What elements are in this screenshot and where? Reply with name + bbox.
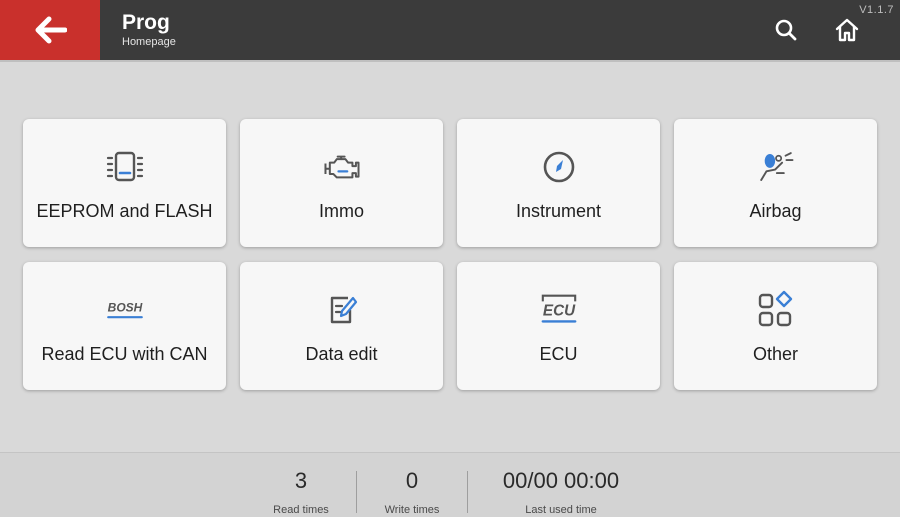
home-icon <box>835 18 859 42</box>
stats-divider <box>356 471 357 513</box>
menu-card-instrument[interactable]: Instrument <box>457 119 660 247</box>
menu-card-immo[interactable]: Immo <box>240 119 443 247</box>
write-times-stat: 0 Write times <box>372 453 452 517</box>
ecu-icon: ECU <box>539 290 579 330</box>
menu-card-label: EEPROM and FLASH <box>36 201 213 221</box>
home-button[interactable] <box>834 17 860 43</box>
menu-card-label: Other <box>752 344 799 364</box>
compass-gauge-icon <box>539 147 579 187</box>
ecu-logo-text: ECU <box>542 303 575 320</box>
read-times-caption: Read times <box>273 504 329 516</box>
airbag-icon <box>756 147 796 187</box>
write-times-caption: Write times <box>384 504 440 516</box>
stats-divider <box>467 471 468 513</box>
read-times-value: 3 <box>294 468 308 493</box>
search-icon <box>775 19 797 41</box>
menu-card-label: Airbag <box>749 201 802 221</box>
bosh-logo-icon: BOSH <box>105 290 145 330</box>
last-used-stat: 00/00 00:00 Last used time <box>483 453 639 517</box>
engine-icon <box>322 147 362 187</box>
menu-card-label: Read ECU with CAN <box>41 344 208 364</box>
arrow-left-icon <box>35 16 67 44</box>
menu-card-label: ECU <box>539 344 578 364</box>
back-button[interactable] <box>0 0 100 60</box>
menu-card-data-edit[interactable]: Data edit <box>240 262 443 390</box>
edit-document-icon <box>322 290 362 330</box>
read-times-stat: 3 Read times <box>262 453 340 517</box>
apps-grid-icon <box>756 290 796 330</box>
write-times-value: 0 <box>405 468 419 493</box>
version-label: V1.1.7 <box>859 4 894 16</box>
title-block: Prog Homepage <box>122 11 176 49</box>
menu-card-read-ecu-with-can[interactable]: BOSH Read ECU with CAN <box>23 262 226 390</box>
eeprom-chip-icon <box>105 147 145 187</box>
menu-card-label: Immo <box>319 201 364 221</box>
page-subtitle: Homepage <box>122 36 176 48</box>
search-button[interactable] <box>773 17 799 43</box>
menu-card-label: Instrument <box>515 201 602 221</box>
menu-card-ecu[interactable]: ECU ECU <box>457 262 660 390</box>
menu-card-eeprom-and-flash[interactable]: EEPROM and FLASH <box>23 119 226 247</box>
menu-card-label: Data edit <box>305 344 378 364</box>
stats-bar: 3 Read times 0 Write times 00/00 00:00 L… <box>0 452 900 517</box>
menu-card-other[interactable]: Other <box>674 262 877 390</box>
top-bar: Prog Homepage V1.1.7 <box>0 0 900 62</box>
bosh-logo-text: BOSH <box>107 301 142 315</box>
last-used-caption: Last used time <box>525 504 597 516</box>
page-title: Prog <box>122 11 170 34</box>
menu-card-airbag[interactable]: Airbag <box>674 119 877 247</box>
last-used-value: 00/00 00:00 <box>502 468 620 493</box>
